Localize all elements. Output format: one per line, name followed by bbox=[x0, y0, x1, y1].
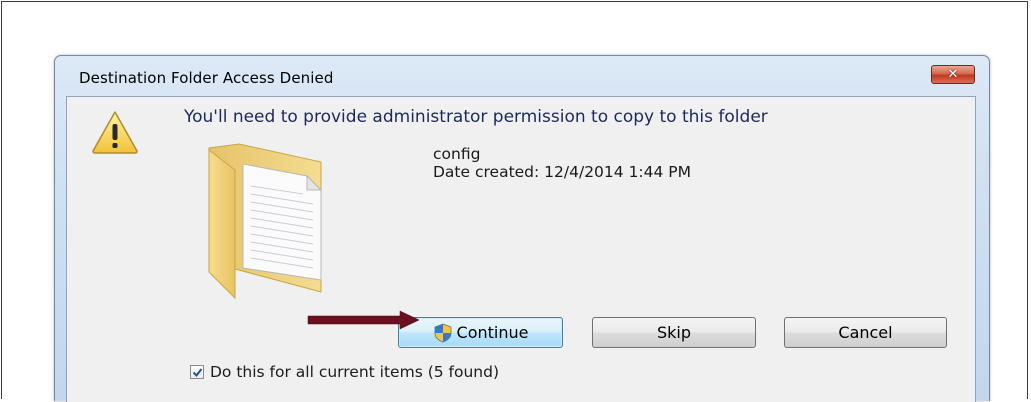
close-icon: ✕ bbox=[947, 67, 959, 82]
checkmark-icon bbox=[192, 367, 202, 377]
apply-to-all-label: Do this for all current items (5 found) bbox=[210, 363, 500, 381]
dialog-window: Destination Folder Access Denied ✕ You'l… bbox=[54, 55, 990, 402]
close-button[interactable]: ✕ bbox=[931, 65, 975, 84]
dialog-body: You'll need to provide administrator per… bbox=[66, 96, 976, 402]
warning-icon bbox=[92, 111, 138, 154]
continue-label: Continue bbox=[456, 323, 529, 342]
title-bar[interactable]: Destination Folder Access Denied ✕ bbox=[55, 56, 989, 96]
annotation-arrow bbox=[307, 310, 420, 330]
skip-button[interactable]: Skip bbox=[592, 317, 756, 348]
file-name: config bbox=[433, 145, 481, 163]
apply-to-all-checkbox[interactable] bbox=[190, 365, 204, 379]
permission-message: You'll need to provide administrator per… bbox=[184, 107, 768, 127]
file-date-created: Date created: 12/4/2014 1:44 PM bbox=[433, 163, 692, 181]
cancel-label: Cancel bbox=[838, 323, 893, 342]
skip-label: Skip bbox=[656, 323, 692, 342]
cancel-button[interactable]: Cancel bbox=[784, 317, 947, 348]
dialog-title: Destination Folder Access Denied bbox=[79, 69, 334, 87]
folder-icon bbox=[208, 143, 323, 300]
